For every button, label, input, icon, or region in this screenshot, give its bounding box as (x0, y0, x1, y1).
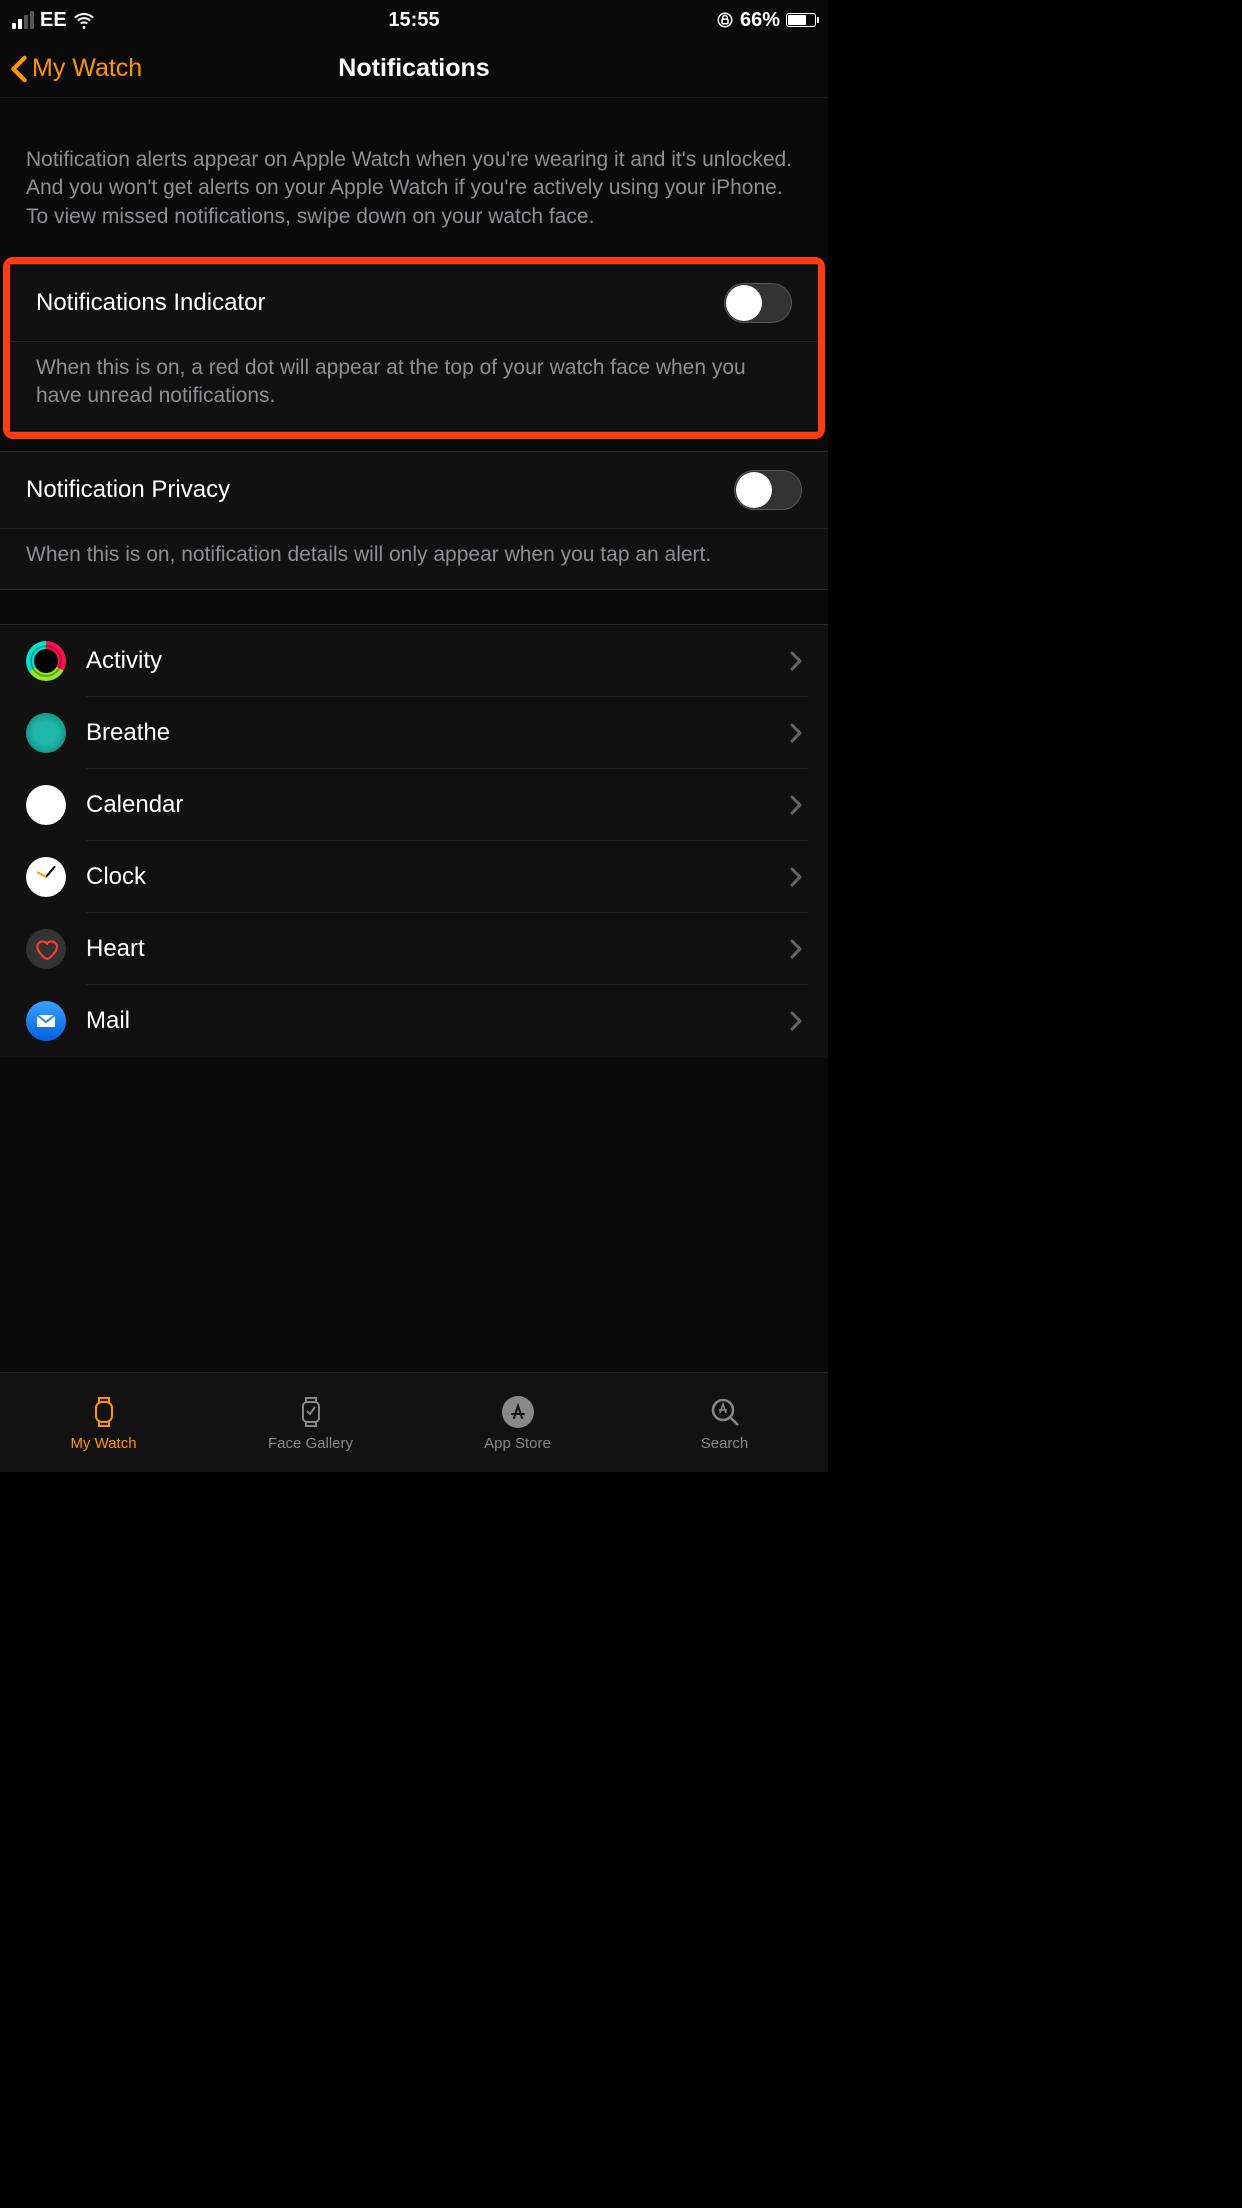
app-label: Clock (86, 863, 146, 891)
app-row-calendar[interactable]: Calendar (0, 769, 828, 841)
heart-icon (26, 929, 66, 969)
breathe-icon (26, 713, 66, 753)
app-label: Heart (86, 935, 145, 963)
app-label: Mail (86, 1007, 130, 1035)
app-row-heart[interactable]: Heart (0, 913, 828, 985)
highlight-annotation: Notifications Indicator When this is on,… (3, 257, 825, 439)
notification-privacy-label: Notification Privacy (26, 476, 230, 504)
tab-face-gallery[interactable]: Face Gallery (207, 1394, 414, 1452)
face-gallery-icon (293, 1394, 329, 1430)
notifications-indicator-desc: When this is on, a red dot will appear a… (10, 341, 818, 431)
nav-bar: My Watch Notifications (0, 40, 828, 98)
clock-icon (26, 857, 66, 897)
tab-label: Search (701, 1435, 749, 1452)
back-button[interactable]: My Watch (0, 54, 142, 83)
tab-my-watch[interactable]: My Watch (0, 1394, 207, 1452)
notifications-indicator-toggle[interactable] (724, 283, 792, 323)
intro-text: Notification alerts appear on Apple Watc… (0, 98, 828, 253)
chevron-right-icon (790, 651, 802, 671)
app-label: Calendar (86, 791, 183, 819)
tab-label: App Store (484, 1435, 551, 1452)
notification-privacy-desc: When this is on, notification details wi… (0, 528, 828, 589)
app-label: Breathe (86, 719, 170, 747)
notification-privacy-toggle[interactable] (734, 470, 802, 510)
app-label: Activity (86, 647, 162, 675)
chevron-right-icon (790, 939, 802, 959)
wifi-icon (73, 9, 95, 31)
tab-bar: My Watch Face Gallery App Store Search (0, 1372, 828, 1472)
orientation-lock-icon (716, 11, 734, 29)
chevron-right-icon (790, 795, 802, 815)
notification-privacy-row: Notification Privacy (0, 452, 828, 528)
content-scroll[interactable]: Notification alerts appear on Apple Watc… (0, 98, 828, 1372)
watch-icon (86, 1394, 122, 1430)
page-title: Notifications (338, 54, 489, 83)
tab-app-store[interactable]: App Store (414, 1394, 621, 1452)
clock-time: 15:55 (388, 9, 439, 32)
app-row-clock[interactable]: Clock (0, 841, 828, 913)
status-bar: EE 15:55 66% (0, 0, 828, 40)
chevron-right-icon (790, 1011, 802, 1031)
tab-search[interactable]: Search (621, 1394, 828, 1452)
notifications-indicator-label: Notifications Indicator (36, 289, 265, 317)
battery-percent: 66% (740, 9, 780, 32)
activity-icon (26, 641, 66, 681)
chevron-right-icon (790, 867, 802, 887)
mail-icon (26, 1001, 66, 1041)
chevron-right-icon (790, 723, 802, 743)
notifications-indicator-row: Notifications Indicator (10, 265, 818, 341)
app-list: Activity Breathe Calendar (0, 624, 828, 1057)
app-row-activity[interactable]: Activity (0, 625, 828, 697)
battery-icon (786, 13, 816, 27)
chevron-left-icon (10, 55, 28, 83)
app-store-icon (500, 1394, 536, 1430)
signal-icon (12, 11, 34, 29)
tab-label: My Watch (70, 1435, 136, 1452)
app-row-mail[interactable]: Mail (0, 985, 828, 1057)
calendar-icon (26, 785, 66, 825)
tab-label: Face Gallery (268, 1435, 353, 1452)
back-label: My Watch (32, 54, 142, 83)
app-row-breathe[interactable]: Breathe (0, 697, 828, 769)
carrier-label: EE (40, 9, 67, 32)
search-icon (707, 1394, 743, 1430)
